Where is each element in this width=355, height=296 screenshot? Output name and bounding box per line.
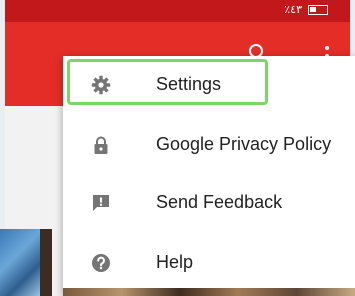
video-thumbnail[interactable]	[0, 229, 40, 296]
gear-icon	[91, 75, 111, 95]
menu-item-settings[interactable]: Settings	[63, 56, 355, 114]
battery-icon	[308, 5, 328, 15]
more-options-icon[interactable]	[325, 46, 329, 50]
status-bar: ٪٤٣	[5, 0, 350, 22]
help-icon	[91, 253, 111, 273]
battery-percent: ٪٤٣	[284, 3, 302, 16]
overflow-menu: Settings Google Privacy Policy Send Feed…	[63, 56, 355, 296]
menu-item-privacy-policy[interactable]: Google Privacy Policy	[63, 116, 355, 174]
menu-item-help[interactable]: Help	[63, 234, 355, 292]
menu-item-label: Settings	[156, 74, 222, 94]
menu-item-send-feedback[interactable]: Send Feedback	[63, 174, 355, 232]
menu-item-label: Send Feedback	[156, 192, 283, 212]
feedback-icon	[91, 193, 111, 213]
video-thumbnail-strip	[63, 288, 355, 296]
menu-item-label: Help	[156, 252, 194, 272]
video-thumbnail[interactable]	[40, 229, 52, 296]
menu-item-label: Google Privacy Policy	[156, 134, 332, 154]
lock-icon	[91, 135, 111, 155]
